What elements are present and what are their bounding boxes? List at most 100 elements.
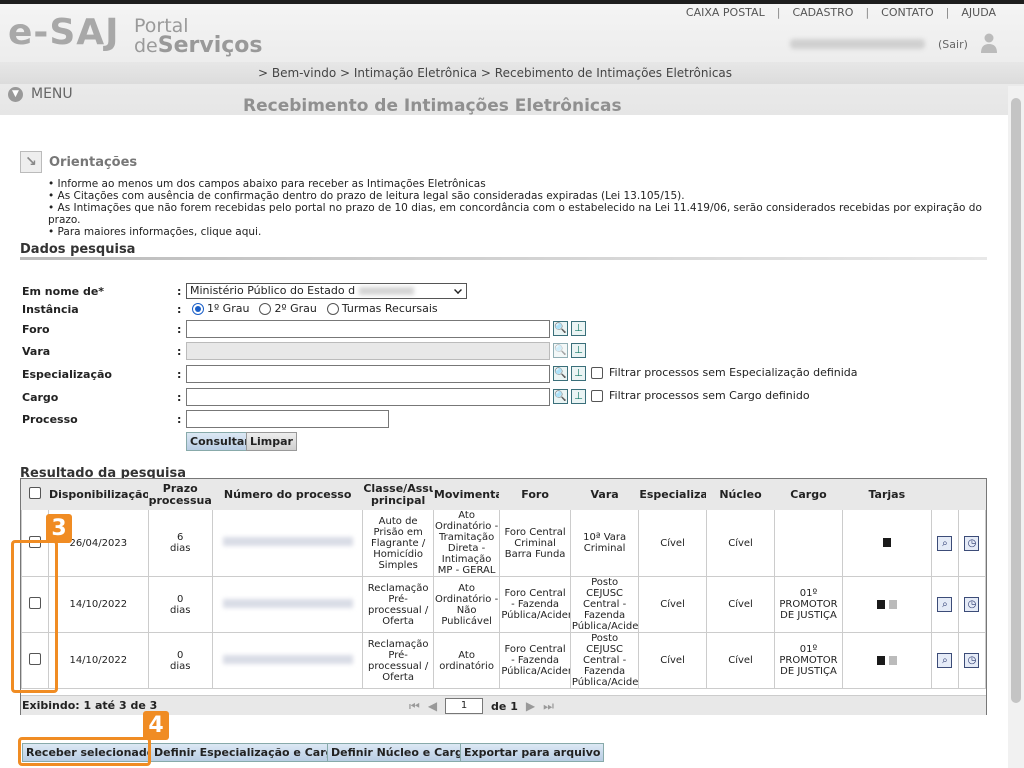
view-document-icon[interactable]: ⌕: [937, 535, 953, 551]
link-caixa-postal[interactable]: CAIXA POSTAL: [686, 6, 765, 19]
first-page-icon[interactable]: ⏮: [409, 699, 420, 714]
breadcrumb-text[interactable]: > Bem-vindo > Intimação Eletrônica > Rec…: [258, 66, 732, 80]
link-ajuda[interactable]: AJUDA: [961, 6, 996, 19]
orientacao-item-link[interactable]: Para maiores informações, clique aqui.: [48, 226, 1008, 238]
esaj-logo[interactable]: e-SAJ: [8, 12, 120, 53]
col-cargo[interactable]: Cargo: [774, 479, 843, 510]
col-nucleo[interactable]: Núcleo: [705, 479, 776, 510]
cell-cargo: 01º PROMOTOR DE JUSTIÇA: [774, 576, 843, 633]
col-especializacao[interactable]: Especialização: [638, 479, 707, 510]
col-numero-processo[interactable]: Número do processo: [211, 479, 364, 510]
search-icon[interactable]: 🔍: [553, 321, 568, 336]
orientacoes-list: Informe ao menos um dos campos abaixo pa…: [48, 178, 1008, 238]
search-icon[interactable]: 🔍: [553, 366, 568, 381]
radio-icon[interactable]: [326, 303, 339, 315]
label-cargo: Cargo: [22, 391, 59, 404]
filtrar-sem-especializacao-checkbox[interactable]: [591, 367, 603, 379]
blurred-process-number[interactable]: [222, 537, 353, 546]
cell-prazo: 0 dias: [147, 576, 213, 633]
processo-input[interactable]: [186, 410, 389, 428]
table-row[interactable]: 14/10/2022 0 dias Reclamação Pré-processu…: [21, 576, 987, 633]
cell-cargo: 01º PROMOTOR DE JUSTIÇA: [774, 632, 843, 689]
radio-turmas-recursais[interactable]: Turmas Recursais: [326, 302, 438, 315]
tree-select-icon[interactable]: ⊥: [571, 366, 586, 381]
cell-cargo: [774, 509, 843, 577]
limpar-button[interactable]: Limpar: [246, 432, 297, 451]
prev-page-icon[interactable]: ◀: [428, 699, 437, 713]
radio-label: 2º Grau: [274, 302, 317, 315]
clock-history-icon[interactable]: ◷: [964, 535, 980, 551]
logo-servicos-text: Serviços: [157, 33, 263, 58]
blurred-process-number[interactable]: [222, 654, 353, 664]
chevron-down-icon: ▼: [8, 86, 23, 102]
tree-select-icon[interactable]: ⊥: [571, 321, 586, 336]
filtrar-sem-cargo-label[interactable]: Filtrar processos sem Cargo definido: [609, 389, 810, 402]
foro-input[interactable]: [186, 320, 550, 338]
filtrar-sem-cargo-checkbox[interactable]: [591, 390, 603, 402]
table-row[interactable]: 14/10/2022 0 dias Reclamação Pré-processu…: [21, 632, 987, 689]
radio-icon[interactable]: [259, 303, 272, 315]
cell-numero-processo[interactable]: [211, 576, 364, 633]
especializacao-input[interactable]: [186, 365, 550, 383]
search-icon[interactable]: 🔍: [553, 389, 568, 404]
scrollbar-thumb[interactable]: [1011, 98, 1021, 703]
orientacao-item: Informe ao menos um dos campos abaixo pa…: [48, 178, 1008, 190]
cell-movimentacao: Ato Ordinatório - Não Publicável: [432, 576, 501, 633]
colon: :: [177, 285, 182, 298]
results-table: Disponibilização Prazo processual Número…: [21, 479, 987, 689]
cell-nucleo: Cível: [705, 632, 776, 689]
cell-especializacao: Cível: [638, 576, 707, 633]
consultar-button[interactable]: Consultar: [186, 432, 254, 451]
col-vara[interactable]: Vara: [569, 479, 640, 510]
next-page-icon[interactable]: ▶: [526, 699, 535, 713]
dados-pesquisa-title: Dados pesquisa: [20, 242, 136, 257]
colon: :: [177, 391, 182, 404]
cell-prazo: 6 dias: [147, 509, 213, 577]
radio-1-grau[interactable]: 1º Grau: [192, 302, 249, 315]
col-classe[interactable]: Classe/Assunto principal: [362, 479, 434, 510]
last-page-icon[interactable]: ⏭: [543, 699, 554, 714]
orientacao-item: As Intimações que não forem recebidas pe…: [48, 202, 1008, 226]
radio-label: 1º Grau: [207, 302, 250, 315]
menu-toggle[interactable]: ▼ MENU: [8, 86, 73, 102]
section-divider: [20, 257, 987, 260]
link-cadastro[interactable]: CADASTRO: [792, 6, 853, 19]
cargo-input[interactable]: [186, 388, 550, 406]
instancia-radio-group: 1º Grau 2º Grau Turmas Recursais: [192, 302, 438, 315]
radio-2-grau[interactable]: 2º Grau: [259, 302, 317, 315]
col-foro[interactable]: Foro: [499, 479, 571, 510]
cell-numero-processo[interactable]: [211, 509, 364, 577]
filtrar-sem-especializacao-label[interactable]: Filtrar processos sem Especialização def…: [609, 366, 858, 379]
radio-selected-icon[interactable]: [192, 303, 204, 315]
cell-numero-processo[interactable]: [211, 632, 364, 689]
clock-history-icon[interactable]: ◷: [964, 653, 980, 668]
em-nome-de-select[interactable]: Ministério Público do Estado d: [186, 283, 467, 299]
colon: :: [177, 413, 182, 426]
col-prazo[interactable]: Prazo processual: [147, 479, 213, 510]
exportar-arquivo-button[interactable]: Exportar para arquivo: [460, 743, 605, 762]
col-disponibilizacao[interactable]: Disponibilização: [47, 479, 149, 510]
col-movimentacao[interactable]: Movimentação: [432, 479, 501, 510]
link-contato[interactable]: CONTATO: [881, 6, 933, 19]
view-document-icon[interactable]: ⌕: [937, 653, 953, 668]
page-number-input[interactable]: 1: [445, 698, 484, 714]
em-nome-de-value: Ministério Público do Estado d: [190, 284, 356, 297]
logout-link[interactable]: (Sair): [938, 38, 968, 51]
logo-de-text: de: [134, 35, 158, 57]
cell-data: 14/10/2022: [47, 632, 149, 689]
definir-nucleo-cargo-button[interactable]: Definir Núcleo e Cargo: [327, 743, 475, 762]
annotation-badge-3: 3: [46, 514, 72, 543]
col-tarjas: Tarjas: [841, 479, 932, 510]
blurred-process-number[interactable]: [222, 598, 353, 608]
select-all-checkbox[interactable]: [28, 487, 41, 499]
definir-especializacao-cargo-button[interactable]: Definir Especialização e Cargo: [150, 743, 346, 762]
vara-input: [186, 342, 550, 360]
tree-select-icon[interactable]: ⊥: [571, 343, 586, 358]
cell-classe: Auto de Prisão em Flagrante / Homicídio …: [362, 509, 434, 577]
cell-movimentacao: Ato ordinatório: [432, 632, 501, 689]
orientacao-item: As Citações com ausência de confirmação …: [48, 190, 1008, 202]
view-document-icon[interactable]: ⌕: [937, 597, 953, 612]
clock-history-icon[interactable]: ◷: [964, 597, 980, 612]
table-row[interactable]: 26/04/2023 6 dias Auto de Prisão em Flagr…: [21, 509, 987, 577]
tree-select-icon[interactable]: ⊥: [571, 389, 586, 404]
